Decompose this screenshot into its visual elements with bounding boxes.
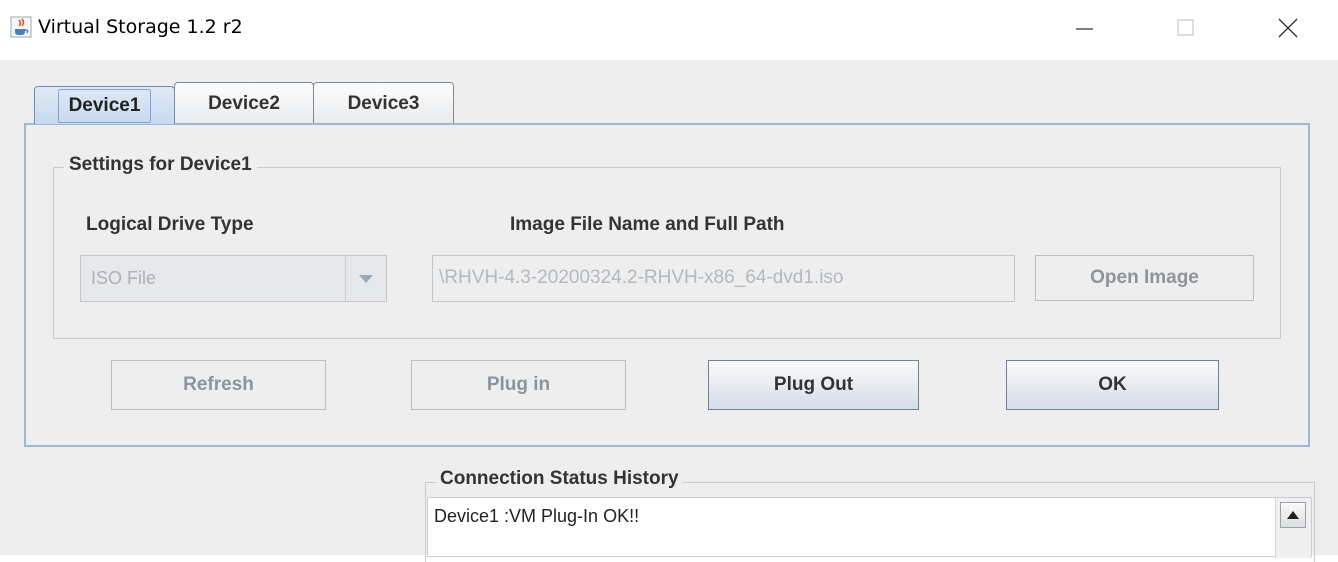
image-path-field[interactable]: \RHVH-4.3-20200324.2-RHVH-x86_64-dvd1.is… <box>432 255 1015 302</box>
ok-button[interactable]: OK <box>1006 360 1219 410</box>
tab-label: Device3 <box>347 92 420 114</box>
tab-device3[interactable]: Device3 <box>313 82 454 124</box>
drive-type-value: ISO File <box>91 268 157 288</box>
open-image-button[interactable]: Open Image <box>1035 255 1254 301</box>
status-title: Connection Status History <box>436 468 683 490</box>
tab-device2[interactable]: Device2 <box>174 82 314 124</box>
maximize-button <box>1163 8 1209 48</box>
refresh-button[interactable]: Refresh <box>111 360 326 410</box>
maximize-icon <box>1177 19 1194 36</box>
java-cup-icon <box>10 16 32 38</box>
plug-in-button[interactable]: Plug in <box>411 360 626 410</box>
tab-label: Device1 <box>57 88 152 123</box>
status-history-area[interactable]: Device1 :VM Plug-In OK!! <box>427 497 1312 558</box>
tab-device1[interactable]: Device1 <box>34 86 175 124</box>
plug-out-button[interactable]: Plug Out <box>708 360 919 410</box>
drive-type-combo[interactable]: ISO File <box>80 255 387 302</box>
tab-label: Device2 <box>208 92 280 114</box>
close-button[interactable] <box>1265 8 1311 48</box>
arrow-up-icon <box>1287 511 1299 519</box>
minimize-button[interactable] <box>1062 8 1108 48</box>
status-line: Device1 :VM Plug-In OK!! <box>434 506 640 526</box>
settings-group-title: Settings for Device1 <box>64 154 257 176</box>
drive-type-label: Logical Drive Type <box>86 214 254 235</box>
scroll-up-button[interactable] <box>1280 502 1306 528</box>
close-icon <box>1278 18 1298 38</box>
minimize-icon <box>1076 28 1093 30</box>
vertical-scrollbar[interactable] <box>1275 498 1311 558</box>
title-bar: Virtual Storage 1.2 r2 <box>0 0 1338 60</box>
chevron-down-icon[interactable] <box>345 256 386 301</box>
window-title: Virtual Storage 1.2 r2 <box>38 16 243 38</box>
image-path-label: Image File Name and Full Path <box>510 214 785 235</box>
settings-group <box>53 167 1281 339</box>
